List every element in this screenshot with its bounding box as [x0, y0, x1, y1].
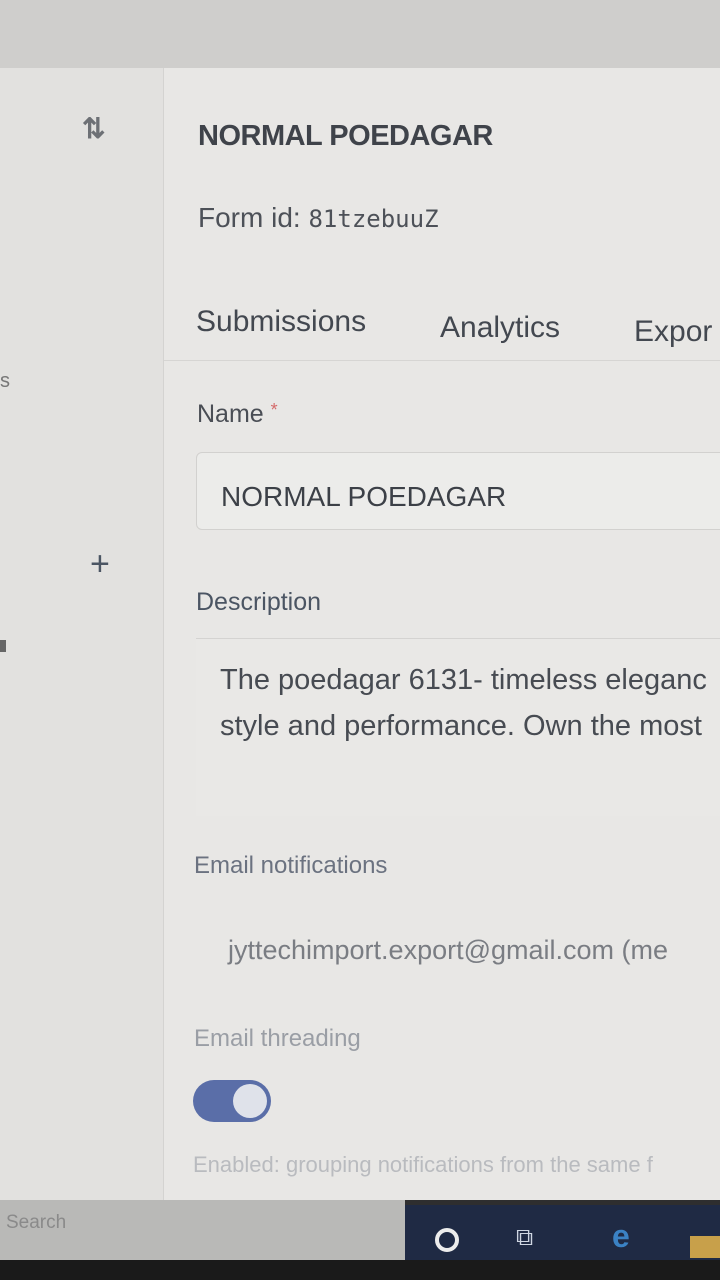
form-id-value: 81tzebuuZ: [308, 205, 439, 233]
tabs-divider: [164, 360, 720, 361]
tab-submissions[interactable]: Submissions: [196, 305, 366, 339]
form-id: Form id: 81tzebuuZ: [198, 202, 439, 234]
window-top-area: [0, 0, 720, 68]
toggle-knob: [233, 1084, 267, 1118]
tab-analytics[interactable]: Analytics: [440, 311, 560, 345]
email-notification-recipient[interactable]: jyttechimport.export@gmail.com (me: [228, 935, 668, 966]
name-label-text: Name: [197, 400, 264, 428]
folder-icon[interactable]: [690, 1236, 720, 1258]
email-threading-help: Enabled: grouping notifications from the…: [193, 1152, 653, 1177]
form-id-label: Form id:: [198, 202, 301, 233]
sidebar-edge-letter: s: [0, 370, 10, 392]
description-label: Description: [196, 588, 322, 616]
email-threading-label: Email threading: [194, 1025, 361, 1052]
left-sidebar: [0, 68, 164, 1200]
swap-icon[interactable]: ⇅: [82, 112, 105, 145]
edge-browser-icon[interactable]: e: [612, 1218, 630, 1255]
cortana-icon[interactable]: [435, 1228, 459, 1252]
required-mark: *: [270, 400, 278, 420]
description-textarea[interactable]: The poedagar 6131- timeless eleganc styl…: [196, 638, 720, 816]
tab-export[interactable]: Expor: [634, 315, 712, 349]
form-title: NORMAL POEDAGAR: [198, 120, 493, 152]
plus-icon[interactable]: +: [90, 545, 110, 584]
name-input[interactable]: NORMAL POEDAGAR: [196, 452, 720, 530]
taskbar-search-text: Search: [6, 1212, 67, 1233]
bottom-bezel: [0, 1260, 720, 1280]
description-line: style and performance. Own the most: [220, 710, 702, 742]
name-label: Name *: [197, 400, 278, 429]
description-line: The poedagar 6131- timeless eleganc: [220, 664, 707, 696]
sidebar-edge-mark: [0, 640, 6, 652]
task-view-icon[interactable]: ⧉: [516, 1224, 533, 1252]
email-notifications-label: Email notifications: [194, 852, 388, 879]
email-threading-toggle[interactable]: [193, 1080, 271, 1122]
